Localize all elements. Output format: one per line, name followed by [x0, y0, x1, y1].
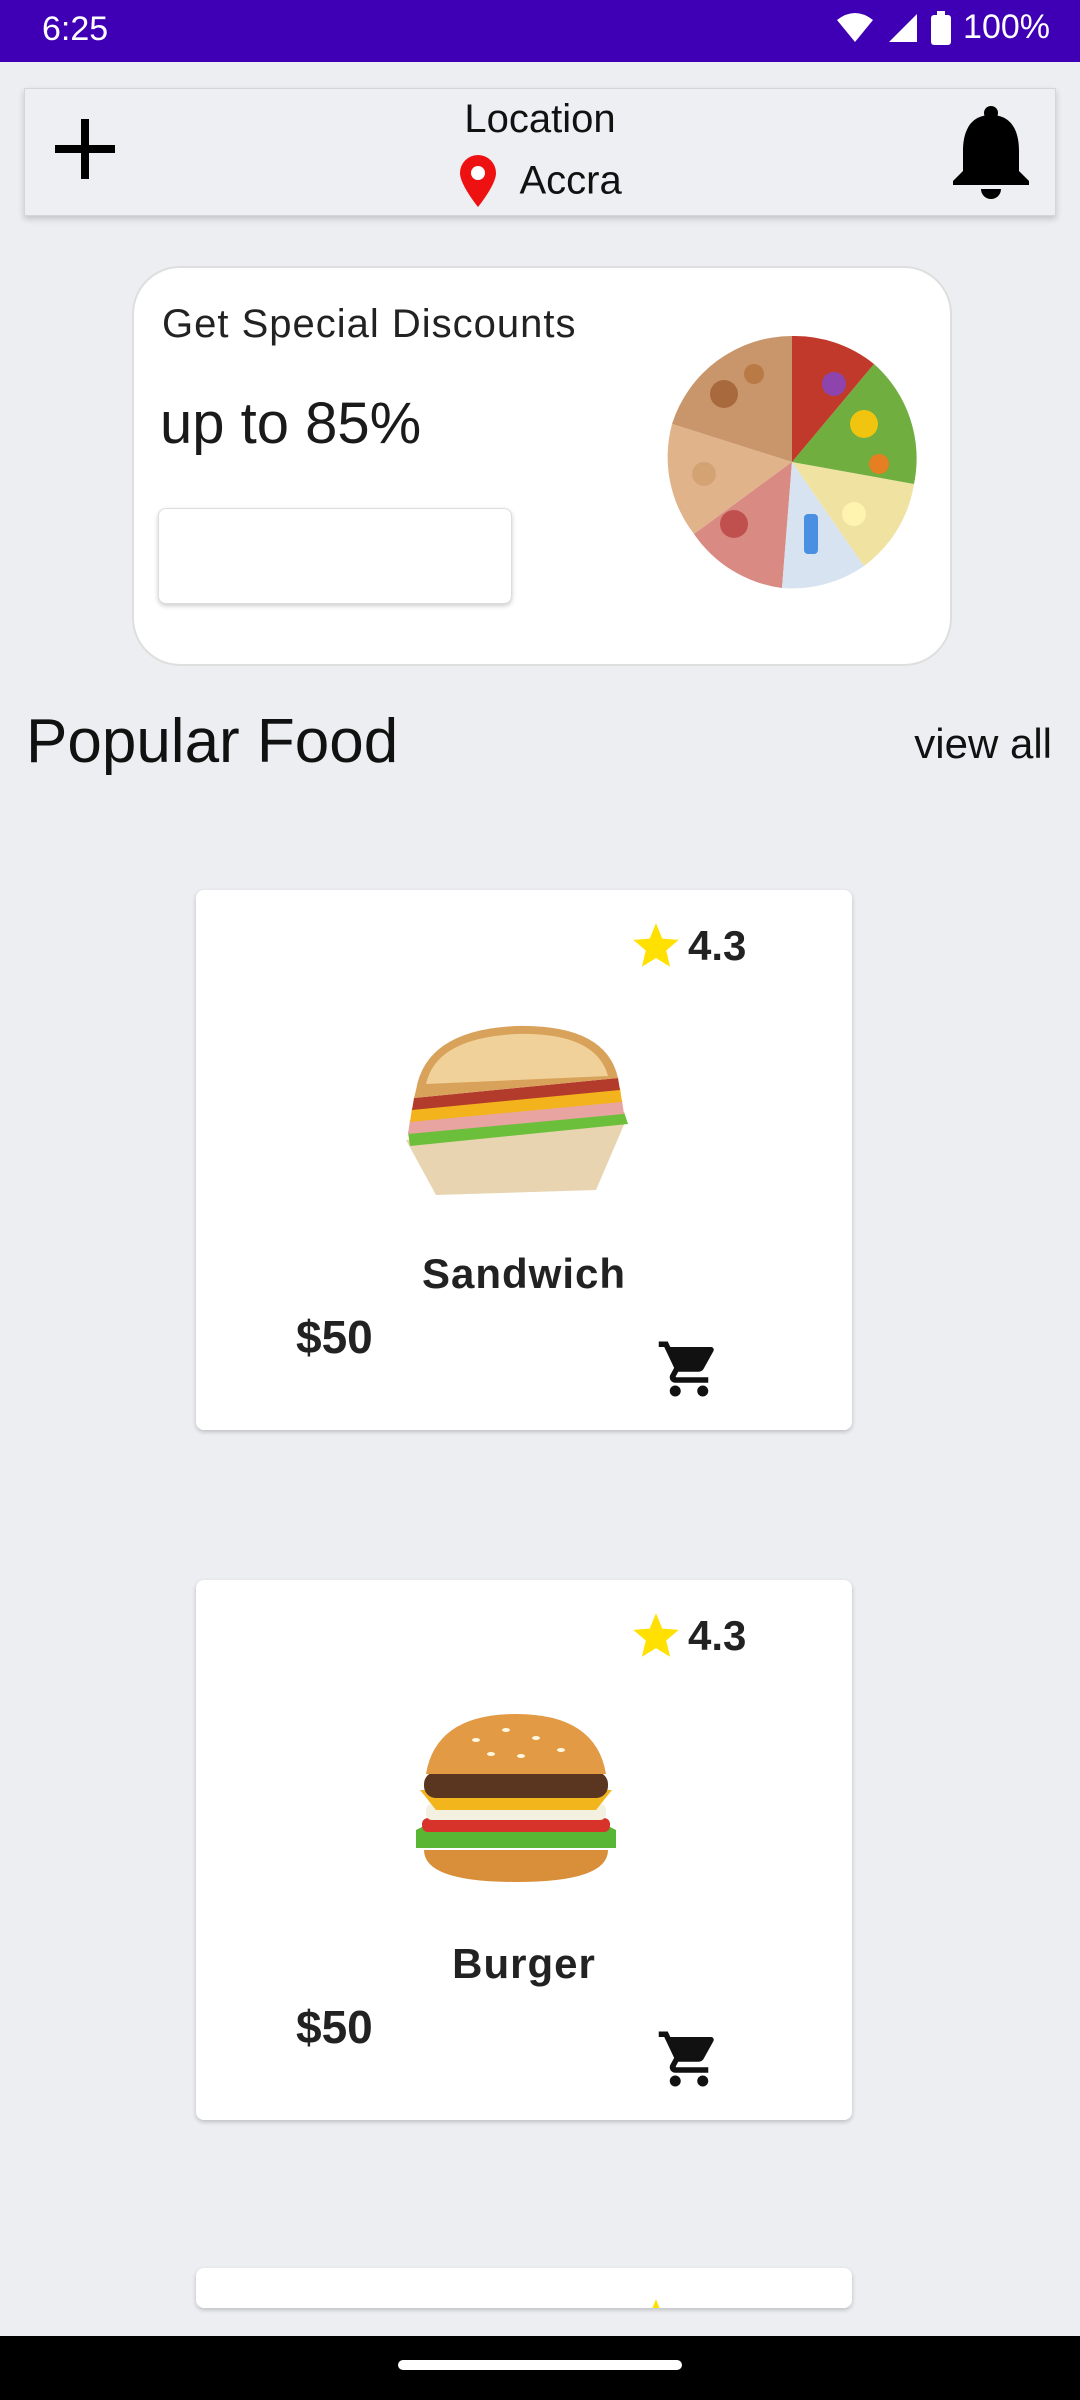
star-icon — [633, 923, 679, 967]
star-icon — [633, 1613, 679, 1657]
promo-title: Get Special Discounts — [162, 302, 577, 346]
rating: 4.3 — [630, 920, 746, 972]
top-app-bar: Location Accra — [24, 88, 1056, 216]
wifi-icon — [837, 12, 874, 42]
rating-value: 4.3 — [688, 1612, 747, 1659]
discount-banner: Get Special Discounts up to 85% — [132, 266, 952, 666]
system-nav-bar — [0, 2336, 1080, 2400]
signal-icon — [889, 13, 918, 42]
food-card[interactable]: 4.3 Burger $50 — [196, 1580, 852, 2120]
status-icons: 100% — [835, 8, 1050, 47]
food-groups-image — [667, 335, 917, 589]
notification-bell-icon[interactable] — [941, 101, 1041, 201]
add-to-cart-icon[interactable] — [656, 2026, 722, 2092]
home-gesture-handle[interactable] — [398, 2360, 682, 2370]
rating: 4.3 — [630, 1610, 746, 1662]
promo-button[interactable] — [158, 508, 512, 604]
location-value: Accra — [519, 158, 622, 203]
food-name: Burger — [452, 1940, 596, 1987]
battery-percent: 100% — [963, 8, 1050, 46]
popular-food-heading: Popular Food — [26, 707, 399, 776]
location-title: Location — [464, 97, 616, 141]
promo-discount: up to 85% — [160, 391, 422, 456]
food-price: $50 — [296, 2001, 373, 2053]
battery-icon — [931, 10, 952, 45]
food-card[interactable]: 4.3 Sandwich $50 — [196, 890, 852, 1430]
rating — [630, 2296, 688, 2308]
food-price: $50 — [296, 1311, 373, 1363]
food-card[interactable] — [196, 2268, 852, 2308]
food-name: Sandwich — [421, 1250, 627, 1297]
add-to-cart-icon[interactable] — [656, 1336, 722, 1402]
status-time: 6:25 — [42, 10, 109, 48]
rating-value: 4.3 — [688, 922, 747, 969]
location-pin-icon — [460, 155, 497, 207]
burger-image — [416, 1714, 616, 1882]
location-selector[interactable]: Accra — [25, 155, 1055, 207]
view-all-link[interactable]: view all — [914, 720, 1052, 768]
status-bar: 6:25 100% — [0, 0, 1080, 62]
star-icon — [652, 2299, 660, 2308]
sandwich-image — [406, 1025, 628, 1195]
